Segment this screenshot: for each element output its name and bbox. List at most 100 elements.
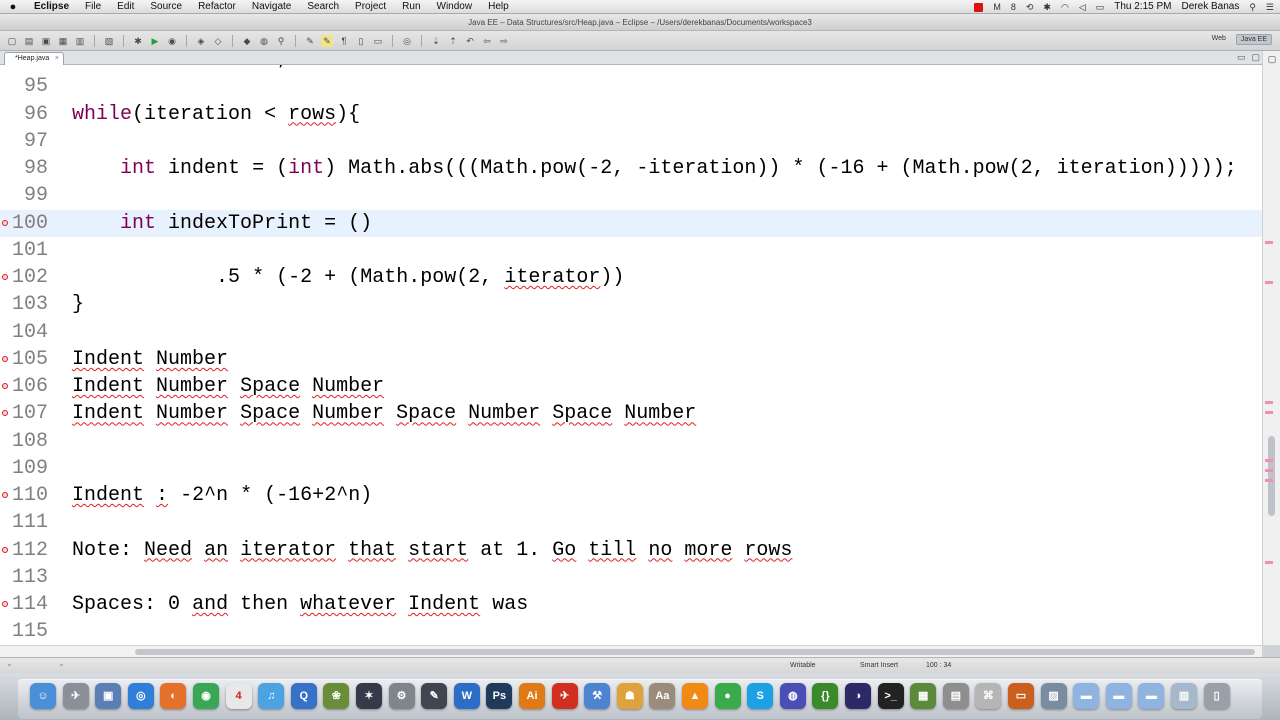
code-line[interactable]: 104 xyxy=(0,319,1262,346)
save-icon[interactable]: ▣ xyxy=(40,35,52,47)
menu-run[interactable]: Run xyxy=(394,0,428,14)
menu-search[interactable]: Search xyxy=(299,0,347,14)
time-machine-icon[interactable]: ⟲ xyxy=(1026,0,1034,14)
stack-icon[interactable]: ▥ xyxy=(1171,683,1197,709)
code-line[interactable]: 94 int iteration = 1; xyxy=(0,65,1262,73)
code-line[interactable]: 105 Indent Number xyxy=(0,346,1262,373)
spotlight-icon[interactable]: ⚲ xyxy=(1249,0,1256,14)
show-whitespace-icon[interactable]: ¶ xyxy=(338,35,350,47)
vlc-icon[interactable]: ▲ xyxy=(682,683,708,709)
code-line[interactable]: 109 xyxy=(0,455,1262,482)
status-left-icon[interactable]: ▫ xyxy=(8,658,10,674)
code-line[interactable]: 95 xyxy=(0,73,1262,100)
wifi-icon[interactable]: ◠ xyxy=(1061,0,1069,14)
server-icon[interactable]: ▧ xyxy=(103,35,115,47)
battery-icon[interactable]: ▭ xyxy=(1096,0,1105,14)
code-line[interactable]: 97 xyxy=(0,128,1262,155)
new-class-icon[interactable]: ◈ xyxy=(195,35,207,47)
run-external-icon[interactable]: ◉ xyxy=(166,35,178,47)
menu-eclipse[interactable]: Eclipse xyxy=(26,0,77,14)
open-icon[interactable]: ▤ xyxy=(23,35,35,47)
code-line[interactable]: 111 xyxy=(0,509,1262,536)
code-line[interactable]: 103} xyxy=(0,291,1262,318)
calculator-icon[interactable]: ▤ xyxy=(942,683,969,709)
open-task-icon[interactable]: ◍ xyxy=(258,35,270,47)
vertical-scrollbar[interactable]: ▢ xyxy=(1262,51,1280,645)
code-line[interactable]: 112 Note: Need an iterator that start at … xyxy=(0,537,1262,564)
perspective-web[interactable]: Web xyxy=(1208,34,1230,45)
open-type-icon[interactable]: ◆ xyxy=(241,35,253,47)
system-preferences-icon[interactable]: ⚙ xyxy=(388,683,415,709)
downloads-folder-icon[interactable]: ▬ xyxy=(1105,683,1132,709)
notification-center-icon[interactable]: ☰ xyxy=(1266,0,1274,14)
quicktime-icon[interactable]: Q xyxy=(290,683,317,709)
minecraft-icon[interactable]: ▦ xyxy=(910,683,937,709)
search-icon[interactable]: ⚲ xyxy=(275,35,287,47)
prev-annotation-icon[interactable]: ⇡ xyxy=(447,35,459,47)
menu-help[interactable]: Help xyxy=(480,0,517,14)
maximize-icon[interactable]: ▢ xyxy=(1251,52,1260,63)
overview-error-marker[interactable] xyxy=(1265,401,1273,404)
photos-icon[interactable]: ❀ xyxy=(323,683,350,709)
acrobat-icon[interactable]: ✈ xyxy=(551,683,578,709)
photoshop-icon[interactable]: Ps xyxy=(486,683,513,709)
overview-error-marker[interactable] xyxy=(1265,459,1273,462)
xcode-icon[interactable]: ⚒ xyxy=(584,683,611,709)
code-line[interactable]: 99 xyxy=(0,182,1262,209)
code-line[interactable]: 114 Spaces: 0 and then whatever Indent wa… xyxy=(0,591,1262,618)
office-icon[interactable]: W xyxy=(453,683,480,709)
brackets-icon[interactable]: {} xyxy=(812,683,839,709)
overview-error-marker[interactable] xyxy=(1265,411,1273,414)
menu-window[interactable]: Window xyxy=(429,0,481,14)
block-select-icon[interactable]: ▯ xyxy=(355,35,367,47)
calendar-icon[interactable]: 4 xyxy=(225,683,252,709)
menu-source[interactable]: Source xyxy=(142,0,190,14)
save-all-icon[interactable]: ▦ xyxy=(57,35,69,47)
next-annotation-icon[interactable]: ⇣ xyxy=(430,35,442,47)
code-line[interactable]: 113 xyxy=(0,564,1262,591)
apple-menu-icon[interactable]: ● xyxy=(0,0,26,14)
annotation-icon[interactable]: ▭ xyxy=(372,35,384,47)
skype-icon[interactable]: S xyxy=(747,683,774,709)
browser-icon[interactable]: ◍ xyxy=(779,683,806,709)
mail-icon[interactable]: M xyxy=(993,0,1001,14)
menu-refactor[interactable]: Refactor xyxy=(190,0,244,14)
last-edit-icon[interactable]: ↶ xyxy=(464,35,476,47)
bluetooth-icon[interactable]: ✱ xyxy=(1043,0,1051,14)
minimize-icon[interactable]: ▭ xyxy=(1237,52,1246,63)
horizontal-scroll-thumb[interactable] xyxy=(135,649,1255,655)
preview-icon[interactable]: ▣ xyxy=(95,683,122,709)
volume-icon[interactable]: ◁ xyxy=(1079,0,1086,14)
menu-file[interactable]: File xyxy=(77,0,109,14)
new-package-icon[interactable]: ◇ xyxy=(212,35,224,47)
code-line[interactable]: 106 Indent Number Space Number xyxy=(0,373,1262,400)
menu-project[interactable]: Project xyxy=(347,0,394,14)
camtasia-icon[interactable]: ● xyxy=(714,683,741,709)
code-line[interactable]: 101 xyxy=(0,237,1262,264)
code-line[interactable]: 96 while(iteration < rows){ xyxy=(0,101,1262,128)
safari-icon[interactable]: ◎ xyxy=(127,683,154,709)
network-icon[interactable]: ⌘ xyxy=(975,683,1002,709)
code-line[interactable]: 102 .5 * (-2 + (Math.pow(2, iterator)) xyxy=(0,264,1262,291)
toggle-highlight-icon[interactable]: ✎ xyxy=(321,34,333,47)
code-line[interactable]: 108 xyxy=(0,428,1262,455)
print-icon[interactable]: ▥ xyxy=(74,35,86,47)
menu-navigate[interactable]: Navigate xyxy=(244,0,299,14)
overview-error-marker[interactable] xyxy=(1265,241,1273,244)
overview-error-marker[interactable] xyxy=(1265,281,1273,284)
code-editor[interactable]: 94 int iteration = 1; 95 96 while(iteration … xyxy=(0,65,1262,645)
perspective-java-ee[interactable]: Java EE xyxy=(1235,34,1272,45)
documents-folder-icon[interactable]: ▬ xyxy=(1138,683,1165,709)
overview-error-marker[interactable] xyxy=(1265,561,1273,564)
globe-icon[interactable]: ◎ xyxy=(401,35,413,47)
overview-error-marker[interactable] xyxy=(1265,469,1273,472)
forward-icon[interactable]: ⇨ xyxy=(498,35,510,47)
close-icon[interactable]: × xyxy=(55,53,59,65)
toggle-mark-icon[interactable]: ✎ xyxy=(304,35,316,47)
illustrator-icon[interactable]: Ai xyxy=(519,683,545,709)
user-name[interactable]: Derek Banas xyxy=(1182,0,1240,14)
firefox-icon[interactable]: ◐ xyxy=(160,683,187,709)
keynote-icon[interactable]: ▭ xyxy=(1008,683,1034,709)
code-line[interactable]: 98 int indent = (int) Math.abs(((Math.po… xyxy=(0,155,1262,182)
photo-booth-icon[interactable]: ▨ xyxy=(1040,683,1067,709)
